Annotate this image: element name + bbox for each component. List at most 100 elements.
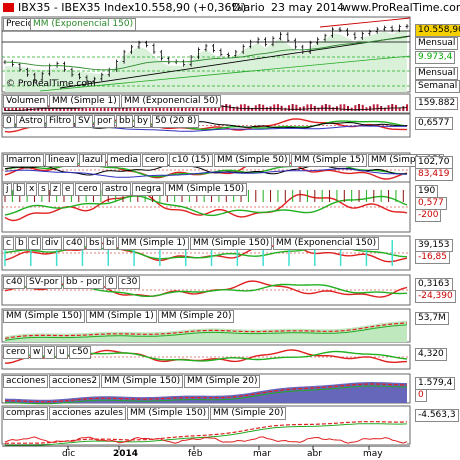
legend-jbxs-1[interactable]: b	[13, 183, 25, 196]
volume-bar	[258, 104, 261, 111]
legend-acciones-1[interactable]: acciones2	[49, 375, 101, 388]
legend-jbxs-5[interactable]: e	[62, 183, 74, 196]
legend-lmarron-7[interactable]: MM (Simple 15)	[291, 154, 368, 167]
legend-jbxs-6[interactable]: cero	[75, 183, 101, 196]
legend-c40-5[interactable]: bs	[86, 237, 103, 250]
value-tag-compras-0: -4.563,3	[415, 409, 459, 422]
legend-astro-0[interactable]: 0	[3, 115, 15, 128]
volume-bar	[291, 104, 294, 111]
legend-c40-0[interactable]: c	[3, 237, 14, 250]
legend-volumen-2[interactable]: MM (Exponencial 50)	[121, 95, 222, 108]
volume-bar	[295, 104, 298, 111]
volume-bar	[225, 104, 228, 111]
volume-bar	[240, 104, 243, 111]
volume-bar	[310, 104, 313, 111]
x-tick-label: abr	[307, 449, 322, 459]
level-tag-semanal: Semanal	[415, 80, 460, 93]
volume-bar	[217, 107, 220, 111]
legend-cero-3[interactable]: u	[56, 346, 68, 359]
legend-astro-3[interactable]: SV	[75, 115, 93, 128]
value-tag-astro-0: 0,6577	[415, 117, 453, 130]
legend-c40-8[interactable]: MM (Simple 150)	[190, 237, 273, 250]
x-tick-label: feb	[188, 449, 203, 459]
chart-date: 23 may 2014	[271, 1, 344, 14]
volume-bar	[236, 106, 239, 111]
volume-bar	[262, 104, 265, 111]
legend-compras-3[interactable]: MM (Simple 20)	[210, 407, 287, 420]
legend-jbxs-7[interactable]: astro	[102, 183, 131, 196]
legend-jbxs-3[interactable]: s	[38, 183, 49, 196]
legend-lmarron-6[interactable]: MM (Simple 50)	[214, 154, 291, 167]
value-tag-jbxs-2: -200	[415, 209, 442, 222]
legend-acciones-0[interactable]: acciones	[3, 375, 49, 388]
legend-cero-0[interactable]: cero	[3, 346, 29, 359]
price-change: 10.558,90 (+0,36%)	[134, 1, 247, 14]
volume-bar	[118, 108, 121, 111]
volume-bar	[369, 106, 372, 111]
legend-lmarron-1[interactable]: lineav	[45, 154, 79, 167]
legend-lmarron-4[interactable]: cero	[142, 154, 168, 167]
legend-lmarron-5[interactable]: c10 (15)	[169, 154, 213, 167]
legend-compras-0[interactable]: compras	[3, 407, 48, 420]
legend-c40-1[interactable]: b	[15, 237, 27, 250]
legend-c40-3[interactable]: div	[42, 237, 62, 250]
period: Diario	[232, 1, 265, 14]
legend-volumen-1[interactable]: MM (Simple 1)	[49, 95, 120, 108]
legend-jbxs-8[interactable]: negra	[132, 183, 165, 196]
legend-astro-7[interactable]: 50 (20 8)	[152, 115, 200, 128]
legend-c40-4[interactable]: c40	[63, 237, 86, 250]
legend-astro-4[interactable]: por	[94, 115, 115, 128]
legend-cero-4[interactable]: c50	[69, 346, 92, 359]
legend-svpor-0[interactable]: c40	[3, 276, 26, 289]
legend-svpor-2[interactable]: bb - por	[63, 276, 105, 289]
volume-bar	[280, 105, 283, 111]
legend-astro-1[interactable]: Astro	[16, 115, 46, 128]
legend-compras-1[interactable]: acciones azules	[49, 407, 126, 420]
value-tag-svpor-1: -24,390	[415, 290, 456, 303]
legend-astro-5[interactable]: bb	[116, 115, 134, 128]
legend-cero-1[interactable]: w	[30, 346, 44, 359]
legend-jbxs-0[interactable]: j	[3, 183, 12, 196]
volume-bar	[306, 104, 309, 111]
legend-ema150[interactable]: MM (Exponencial 150)	[30, 18, 137, 31]
volume-bar	[265, 107, 268, 111]
volume-bar	[85, 108, 88, 111]
legend-lmarron-2[interactable]: lazul	[79, 154, 106, 167]
legend-mm150-2[interactable]: MM (Simple 20)	[158, 310, 235, 323]
legend-svpor-1[interactable]: SV-por	[26, 276, 62, 289]
volume-bar	[254, 105, 257, 111]
legend-jbxs-2[interactable]: x	[26, 183, 38, 196]
legend-compras-2[interactable]: MM (Simple 150)	[127, 407, 210, 420]
legend-astro-6[interactable]: by	[134, 115, 152, 128]
legend-acciones-3[interactable]: MM (Simple 20)	[184, 375, 261, 388]
legend-cero-2[interactable]: v	[44, 346, 56, 359]
legend-astro-2[interactable]: Filtro	[46, 115, 75, 128]
chart-canvas	[1, 16, 411, 450]
x-tick-label: dic	[62, 449, 76, 459]
value-tag-acciones-1: 0	[415, 389, 427, 402]
legend-svpor-4[interactable]: c30	[118, 276, 141, 289]
legend-mm150-0[interactable]: MM (Simple 150)	[3, 310, 86, 323]
legend-jbxs-4[interactable]: z	[50, 183, 61, 196]
header-bar: IBX35 - IBEX35 Index 10.558,90 (+0,36%) …	[0, 0, 460, 16]
legend-c40-2[interactable]: cl	[28, 237, 42, 250]
legend-jbxs-9[interactable]: MM (Simple 150)	[165, 183, 248, 196]
value-tag-lmarron-1: 83,419	[415, 168, 453, 181]
legend-lmarron-0[interactable]: lmarron	[3, 154, 45, 167]
legend-c40-6[interactable]: bi	[103, 237, 118, 250]
level-tag-mensual: Mensual	[415, 37, 459, 50]
legend-lmarron-3[interactable]: media	[107, 154, 142, 167]
legend-c40-9[interactable]: MM (Exponencial 150)	[273, 237, 380, 250]
legend-c40-7[interactable]: MM (Simple 1)	[118, 237, 189, 250]
legend-svpor-3[interactable]: 0	[105, 276, 117, 289]
volume-bar	[343, 104, 346, 111]
last-price-tag: 10.558,90	[415, 24, 460, 37]
legend-volumen-0[interactable]: Volumen	[3, 95, 49, 108]
legend-acciones-2[interactable]: MM (Simple 150)	[101, 375, 184, 388]
level-tag-value: 9.973,4	[415, 51, 456, 64]
legend-mm150-1[interactable]: MM (Simple 1)	[86, 310, 157, 323]
level-tag-mensual-2: Mensual	[415, 67, 459, 80]
symbol-title: IBX35 - IBEX35 Index	[18, 1, 135, 14]
value-tag-c40-1: -16,85	[415, 251, 451, 264]
watermark: © ProRealTime.com	[6, 79, 96, 89]
